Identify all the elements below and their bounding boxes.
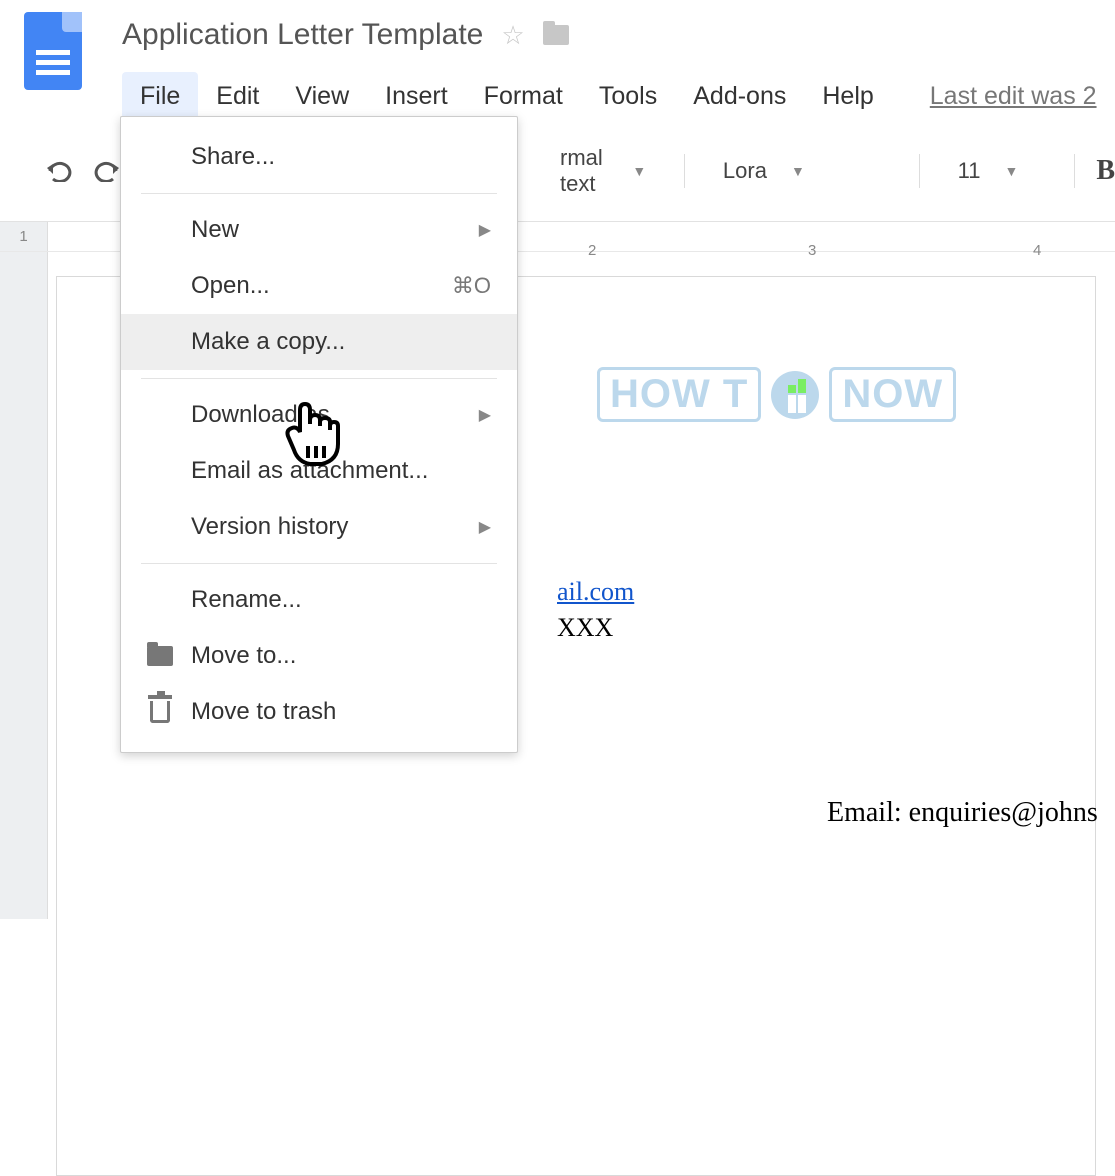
- undo-button[interactable]: [46, 155, 72, 187]
- watermark-right: NOW: [829, 367, 956, 422]
- menu-item-label: Share...: [191, 143, 275, 171]
- chevron-down-icon: ▼: [1004, 163, 1018, 179]
- watermark-logo-icon: [771, 371, 819, 419]
- menu-view[interactable]: View: [277, 72, 367, 121]
- menu-item-email-as-attachment[interactable]: Email as attachment...: [121, 443, 517, 499]
- document-email-line: Email: enquiries@johns: [827, 797, 1098, 829]
- menu-item-label: Version history: [191, 513, 348, 541]
- menu-help[interactable]: Help: [804, 72, 891, 121]
- menu-separator: [141, 563, 497, 564]
- keyboard-shortcut: ⌘O: [452, 273, 491, 299]
- font-family-label: Lora: [723, 158, 767, 184]
- titlebar: Application Letter Template ☆ File Edit …: [0, 0, 1115, 121]
- folder-icon: [145, 644, 175, 668]
- watermark: HOW T NOW: [597, 367, 956, 422]
- menu-item-label: Rename...: [191, 586, 302, 614]
- document-title[interactable]: Application Letter Template: [122, 12, 483, 58]
- menu-item-move-to[interactable]: Move to...: [121, 628, 517, 684]
- title-area: Application Letter Template ☆ File Edit …: [122, 12, 1115, 121]
- toolbar-separator: [1074, 154, 1075, 188]
- ruler-vertical[interactable]: [0, 252, 48, 919]
- toolbar-separator: [919, 154, 920, 188]
- submenu-arrow-icon: ▶: [479, 405, 491, 425]
- menu-format[interactable]: Format: [466, 72, 581, 121]
- menu-item-label: Move to...: [191, 642, 296, 670]
- doc-title-row: Application Letter Template ☆: [122, 12, 1115, 58]
- submenu-arrow-icon: ▶: [479, 517, 491, 537]
- last-edit-link[interactable]: Last edit was 2: [912, 72, 1115, 121]
- paragraph-style-label: rmal text: [560, 145, 608, 197]
- chevron-down-icon: ▼: [632, 163, 646, 179]
- menu-item-label: New: [191, 216, 239, 244]
- redo-icon: [94, 160, 120, 182]
- toolbar-separator: [684, 154, 685, 188]
- menu-separator: [141, 193, 497, 194]
- watermark-left: HOW T: [597, 367, 761, 422]
- trash-icon: [145, 700, 175, 724]
- document-text-fragment: XXX: [557, 613, 613, 643]
- redo-button[interactable]: [94, 155, 120, 187]
- menu-item-make-a-copy[interactable]: Make a copy...: [121, 314, 517, 370]
- menu-item-open[interactable]: Open... ⌘O: [121, 258, 517, 314]
- ruler-vertical-label: 1: [0, 222, 48, 251]
- chevron-down-icon: ▼: [791, 163, 805, 179]
- font-size-select[interactable]: 11 ▼: [942, 152, 1052, 190]
- font-family-select[interactable]: Lora ▼: [707, 152, 897, 190]
- submenu-arrow-icon: ▶: [479, 220, 491, 240]
- menu-item-new[interactable]: New ▶: [121, 202, 517, 258]
- menu-item-label: Email as attachment...: [191, 457, 428, 485]
- menu-item-label: Download as: [191, 401, 330, 429]
- font-size-label: 11: [958, 158, 981, 184]
- menu-edit[interactable]: Edit: [198, 72, 277, 121]
- menu-item-label: Move to trash: [191, 698, 336, 726]
- menubar: File Edit View Insert Format Tools Add-o…: [122, 72, 1115, 121]
- menu-item-label: Open...: [191, 272, 270, 300]
- menu-item-download-as[interactable]: Download as ▶: [121, 387, 517, 443]
- google-docs-icon[interactable]: [24, 12, 82, 90]
- menu-file[interactable]: File: [122, 72, 198, 121]
- bold-button[interactable]: B: [1096, 155, 1115, 187]
- star-icon[interactable]: ☆: [501, 20, 524, 51]
- menu-item-rename[interactable]: Rename...: [121, 572, 517, 628]
- paragraph-style-select[interactable]: rmal text ▼: [544, 139, 662, 203]
- file-menu-dropdown: Share... New ▶ Open... ⌘O Make a copy...…: [120, 116, 518, 753]
- menu-insert[interactable]: Insert: [367, 72, 466, 121]
- move-folder-icon[interactable]: [543, 25, 569, 45]
- menu-item-share[interactable]: Share...: [121, 129, 517, 185]
- menu-item-label: Make a copy...: [191, 328, 345, 356]
- menu-addons[interactable]: Add-ons: [675, 72, 804, 121]
- undo-icon: [46, 160, 72, 182]
- menu-separator: [141, 378, 497, 379]
- menu-item-move-to-trash[interactable]: Move to trash: [121, 684, 517, 740]
- menu-item-version-history[interactable]: Version history ▶: [121, 499, 517, 555]
- document-link-fragment[interactable]: ail.com: [557, 577, 634, 607]
- menu-tools[interactable]: Tools: [581, 72, 675, 121]
